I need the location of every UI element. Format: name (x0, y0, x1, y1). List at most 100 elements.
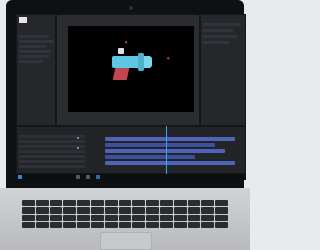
table-row[interactable] (19, 135, 85, 138)
taskbar (16, 174, 246, 180)
keyboard-key[interactable] (63, 207, 77, 214)
keyboard-key[interactable] (215, 214, 228, 221)
keyboard-key[interactable] (22, 214, 35, 221)
keyboard-key[interactable] (77, 221, 90, 228)
camera-icon (129, 6, 133, 10)
taskbar-app-icon[interactable] (76, 175, 80, 179)
keyboard-key[interactable] (49, 221, 63, 228)
timeline-track[interactable] (105, 161, 235, 165)
keyboard-key[interactable] (104, 200, 118, 207)
keyboard-key[interactable] (91, 221, 104, 228)
keyframe-icon[interactable] (77, 137, 79, 139)
keyboard-key[interactable] (187, 214, 201, 221)
keyboard-key[interactable] (118, 221, 132, 228)
list-item[interactable] (19, 45, 47, 48)
keyboard-key[interactable] (146, 221, 159, 228)
list-item[interactable] (203, 29, 233, 32)
keyboard-key[interactable] (187, 221, 201, 228)
keyboard-key[interactable] (215, 207, 228, 214)
keyboard-key[interactable] (35, 221, 49, 228)
keyboard-key[interactable] (91, 214, 104, 221)
timeline-track[interactable] (105, 137, 235, 141)
keyboard-key[interactable] (63, 221, 77, 228)
keyboard-key[interactable] (201, 214, 215, 221)
spark-icon: ✦ (166, 56, 171, 62)
keyboard-key[interactable] (215, 200, 228, 207)
keyboard-key[interactable] (160, 221, 173, 228)
keyboard-key[interactable] (146, 200, 159, 207)
keyboard-key[interactable] (104, 214, 118, 221)
keyboard-key[interactable] (146, 207, 159, 214)
keyboard-key[interactable] (201, 207, 215, 214)
keyboard-key[interactable] (160, 214, 173, 221)
taskbar-app-icon[interactable] (96, 175, 100, 179)
keyboard-key[interactable] (201, 221, 215, 228)
keyboard-key[interactable] (173, 214, 187, 221)
gun-muzzle (144, 56, 152, 68)
list-item[interactable] (203, 23, 241, 26)
list-item[interactable] (19, 35, 49, 38)
taskbar-app-icon[interactable] (86, 175, 90, 179)
keyboard-key[interactable] (187, 200, 201, 207)
composition-viewer[interactable] (68, 26, 194, 112)
playhead[interactable] (166, 126, 167, 174)
keyboard-key[interactable] (35, 207, 49, 214)
keyboard-key[interactable] (77, 207, 90, 214)
table-row[interactable] (19, 165, 85, 168)
table-row[interactable] (19, 155, 85, 158)
keyboard-key[interactable] (49, 200, 63, 207)
keyboard-key[interactable] (118, 214, 132, 221)
list-item[interactable] (203, 41, 229, 44)
keyboard-key[interactable] (160, 207, 173, 214)
table-row[interactable] (19, 150, 85, 153)
keyboard-key[interactable] (104, 221, 118, 228)
table-row[interactable] (19, 145, 85, 148)
keyboard-key[interactable] (63, 200, 77, 207)
keyboard-key[interactable] (77, 200, 90, 207)
table-row[interactable] (19, 160, 85, 163)
keyboard-key[interactable] (77, 214, 90, 221)
keyboard-key[interactable] (63, 214, 77, 221)
keyboard-key[interactable] (22, 221, 35, 228)
keyboard-key[interactable] (132, 200, 146, 207)
list-item[interactable] (19, 50, 51, 53)
keyboard-key[interactable] (49, 207, 63, 214)
keyboard-key[interactable] (215, 221, 228, 228)
list-item[interactable] (19, 55, 49, 58)
timeline-track[interactable] (105, 143, 215, 147)
keyboard-key[interactable] (160, 200, 173, 207)
keyboard-key[interactable] (91, 200, 104, 207)
layer-list (17, 133, 87, 175)
keyboard-key[interactable] (35, 200, 49, 207)
timeline-track[interactable] (105, 155, 195, 159)
list-item[interactable] (19, 40, 53, 43)
keyboard-key[interactable] (22, 207, 35, 214)
keyboard-key[interactable] (132, 214, 146, 221)
keyboard-key[interactable] (35, 214, 49, 221)
list-item[interactable] (19, 60, 43, 63)
keyboard-key[interactable] (173, 200, 187, 207)
keyboard-key[interactable] (91, 207, 104, 214)
keyboard-key[interactable] (22, 200, 35, 207)
properties-panel[interactable] (200, 14, 246, 126)
keyboard-key[interactable] (118, 207, 132, 214)
keyboard-key[interactable] (173, 207, 187, 214)
keyboard-key[interactable] (187, 207, 201, 214)
table-row[interactable] (19, 140, 85, 143)
windows-start-icon[interactable] (18, 175, 22, 179)
keyboard-key[interactable] (49, 214, 63, 221)
timeline-track[interactable] (105, 149, 225, 153)
touchpad[interactable] (100, 232, 152, 250)
keyboard-key[interactable] (118, 200, 132, 207)
keyframe-icon[interactable] (77, 147, 79, 149)
keyboard-key[interactable] (132, 221, 146, 228)
keyboard-key[interactable] (146, 214, 159, 221)
keyboard-key[interactable] (104, 207, 118, 214)
list-item[interactable] (203, 35, 237, 38)
project-panel[interactable] (16, 14, 56, 126)
keyboard (22, 200, 228, 228)
timeline-panel[interactable] (16, 126, 246, 174)
keyboard-key[interactable] (173, 221, 187, 228)
keyboard-key[interactable] (132, 207, 146, 214)
keyboard-key[interactable] (201, 200, 215, 207)
